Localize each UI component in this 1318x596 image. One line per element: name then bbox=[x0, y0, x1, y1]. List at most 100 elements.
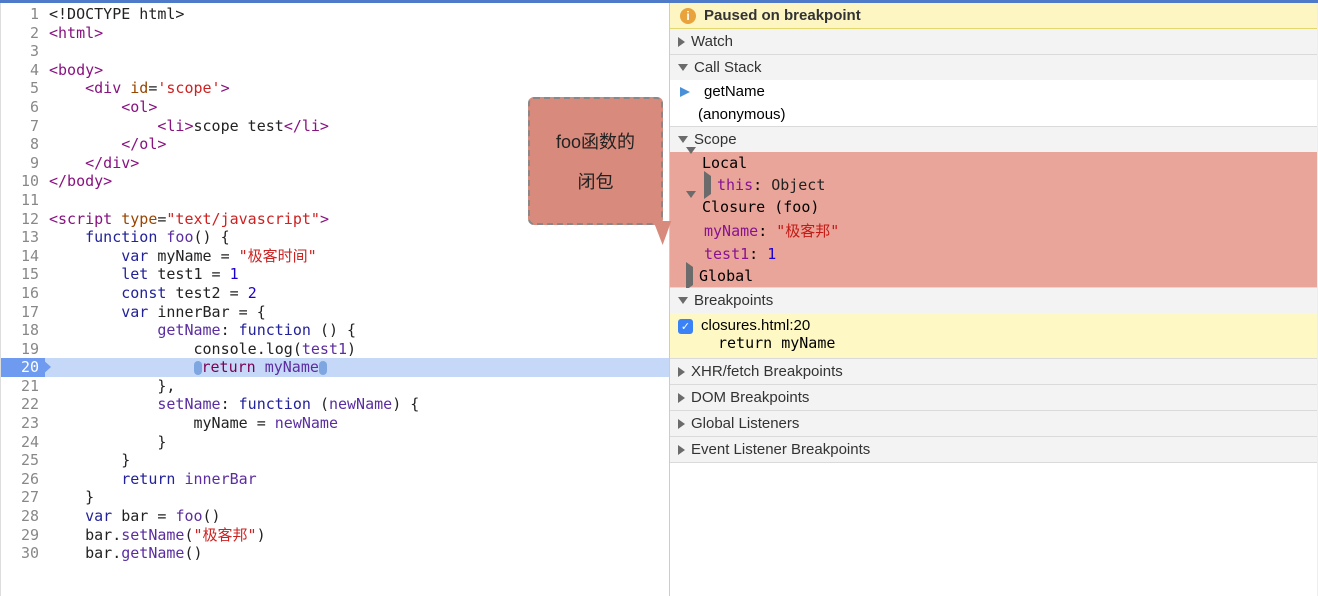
chevron-right-icon bbox=[686, 262, 693, 290]
code-line: <html> bbox=[45, 24, 669, 43]
line-number[interactable]: 18 bbox=[1, 321, 45, 340]
callstack-frame[interactable]: getName bbox=[670, 80, 1317, 103]
callout-line2: 闭包 bbox=[578, 168, 614, 194]
line-number[interactable]: 15 bbox=[1, 265, 45, 284]
line-number[interactable]: 8 bbox=[1, 135, 45, 154]
callstack-section: Call Stack getName (anonymous) bbox=[670, 55, 1317, 127]
line-number[interactable]: 14 bbox=[1, 247, 45, 266]
line-number[interactable]: 29 bbox=[1, 526, 45, 545]
inline-marker-icon bbox=[194, 361, 202, 375]
chevron-down-icon bbox=[686, 147, 696, 172]
dom-section: DOM Breakpoints bbox=[670, 385, 1317, 411]
code-line: bar.setName("极客邦") bbox=[45, 526, 669, 545]
chevron-right-icon bbox=[678, 37, 685, 47]
code-line: } bbox=[45, 488, 669, 507]
line-number[interactable]: 20 bbox=[1, 358, 45, 377]
line-number[interactable]: 27 bbox=[1, 488, 45, 507]
line-number[interactable]: 16 bbox=[1, 284, 45, 303]
checkbox-icon[interactable]: ✓ bbox=[678, 319, 693, 334]
callstack-header[interactable]: Call Stack bbox=[670, 55, 1317, 80]
line-number[interactable]: 13 bbox=[1, 228, 45, 247]
callout-line1: foo函数的 bbox=[556, 128, 635, 154]
chevron-right-icon bbox=[678, 393, 685, 403]
code-area[interactable]: <!DOCTYPE html><html> <body> <div id='sco… bbox=[45, 3, 669, 596]
line-number[interactable]: 22 bbox=[1, 395, 45, 414]
current-frame-icon bbox=[678, 85, 692, 99]
line-number[interactable]: 6 bbox=[1, 98, 45, 117]
evlisteners-section: Event Listener Breakpoints bbox=[670, 437, 1317, 463]
line-number[interactable]: 1 bbox=[1, 5, 45, 24]
line-number[interactable]: 19 bbox=[1, 340, 45, 359]
inline-marker-icon bbox=[319, 361, 327, 375]
line-number[interactable]: 30 bbox=[1, 544, 45, 563]
breakpoint-location: closures.html:20 bbox=[701, 317, 810, 334]
code-line: getName: function () { bbox=[45, 321, 669, 340]
line-number[interactable]: 11 bbox=[1, 191, 45, 210]
line-number[interactable]: 10 bbox=[1, 172, 45, 191]
frame-name: getName bbox=[704, 83, 765, 100]
chevron-right-icon bbox=[678, 445, 685, 455]
annotation-callout: foo函数的 闭包 bbox=[528, 97, 663, 225]
scope-group-name: Local bbox=[702, 154, 747, 172]
line-number[interactable]: 5 bbox=[1, 79, 45, 98]
line-number[interactable]: 2 bbox=[1, 24, 45, 43]
callstack-frame[interactable]: (anonymous) bbox=[670, 103, 1317, 126]
code-line: <div id='scope'> bbox=[45, 79, 669, 98]
scope-header[interactable]: Scope bbox=[670, 127, 1317, 152]
dom-header[interactable]: DOM Breakpoints bbox=[670, 385, 1317, 410]
scope-property[interactable]: this: Object bbox=[670, 174, 1317, 196]
line-number[interactable]: 12 bbox=[1, 210, 45, 229]
xhr-title: XHR/fetch Breakpoints bbox=[691, 363, 843, 380]
code-line: var innerBar = { bbox=[45, 303, 669, 322]
line-number[interactable]: 4 bbox=[1, 61, 45, 80]
code-line: myName = newName bbox=[45, 414, 669, 433]
line-number[interactable]: 7 bbox=[1, 117, 45, 136]
line-number[interactable]: 9 bbox=[1, 154, 45, 173]
prop-name: this bbox=[717, 176, 753, 194]
listeners-header[interactable]: Global Listeners bbox=[670, 411, 1317, 436]
callstack-title: Call Stack bbox=[694, 59, 762, 76]
code-line: var myName = "极客时间" bbox=[45, 247, 669, 266]
line-number[interactable]: 28 bbox=[1, 507, 45, 526]
scope-property[interactable]: myName: "极客邦" bbox=[670, 218, 1317, 243]
breakpoints-body: ✓closures.html:20return myName bbox=[670, 313, 1317, 358]
scope-group[interactable]: Closure (foo) bbox=[670, 196, 1317, 218]
breakpoint-item[interactable]: ✓closures.html:20return myName bbox=[670, 313, 1317, 358]
evlisteners-title: Event Listener Breakpoints bbox=[691, 441, 870, 458]
watch-section: Watch bbox=[670, 29, 1317, 55]
chevron-down-icon bbox=[678, 136, 688, 143]
frame-name: (anonymous) bbox=[698, 106, 786, 123]
line-number[interactable]: 21 bbox=[1, 377, 45, 396]
scope-group[interactable]: Local bbox=[670, 152, 1317, 174]
debugger-sidebar: i Paused on breakpoint Watch Call Stack … bbox=[670, 3, 1318, 596]
code-line: <body> bbox=[45, 61, 669, 80]
scope-section: Scope Local this: ObjectClosure (foo)myNa… bbox=[670, 127, 1317, 288]
code-line: <!DOCTYPE html> bbox=[45, 5, 669, 24]
prop-value: 1 bbox=[767, 245, 776, 263]
code-line: } bbox=[45, 451, 669, 470]
scope-title: Scope bbox=[694, 131, 737, 148]
line-number[interactable]: 3 bbox=[1, 42, 45, 61]
breakpoints-header[interactable]: Breakpoints bbox=[670, 288, 1317, 313]
code-line: return myName bbox=[45, 358, 669, 377]
evlisteners-header[interactable]: Event Listener Breakpoints bbox=[670, 437, 1317, 462]
breakpoints-title: Breakpoints bbox=[694, 292, 773, 309]
code-line: } bbox=[45, 433, 669, 452]
scope-property[interactable]: test1: 1 bbox=[670, 243, 1317, 265]
line-number[interactable]: 26 bbox=[1, 470, 45, 489]
xhr-header[interactable]: XHR/fetch Breakpoints bbox=[670, 359, 1317, 384]
watch-header[interactable]: Watch bbox=[670, 29, 1317, 54]
source-editor: 1234567891011121314151617181920212223242… bbox=[0, 3, 670, 596]
scope-group[interactable]: Global bbox=[670, 265, 1317, 287]
line-number[interactable]: 24 bbox=[1, 433, 45, 452]
code-line: setName: function (newName) { bbox=[45, 395, 669, 414]
code-line: var bar = foo() bbox=[45, 507, 669, 526]
code-line: console.log(test1) bbox=[45, 340, 669, 359]
chevron-down-icon bbox=[686, 191, 696, 216]
watch-title: Watch bbox=[691, 33, 733, 50]
prop-value: "极客邦" bbox=[776, 222, 839, 240]
chevron-right-icon bbox=[678, 419, 685, 429]
line-number[interactable]: 17 bbox=[1, 303, 45, 322]
line-number[interactable]: 23 bbox=[1, 414, 45, 433]
line-number[interactable]: 25 bbox=[1, 451, 45, 470]
